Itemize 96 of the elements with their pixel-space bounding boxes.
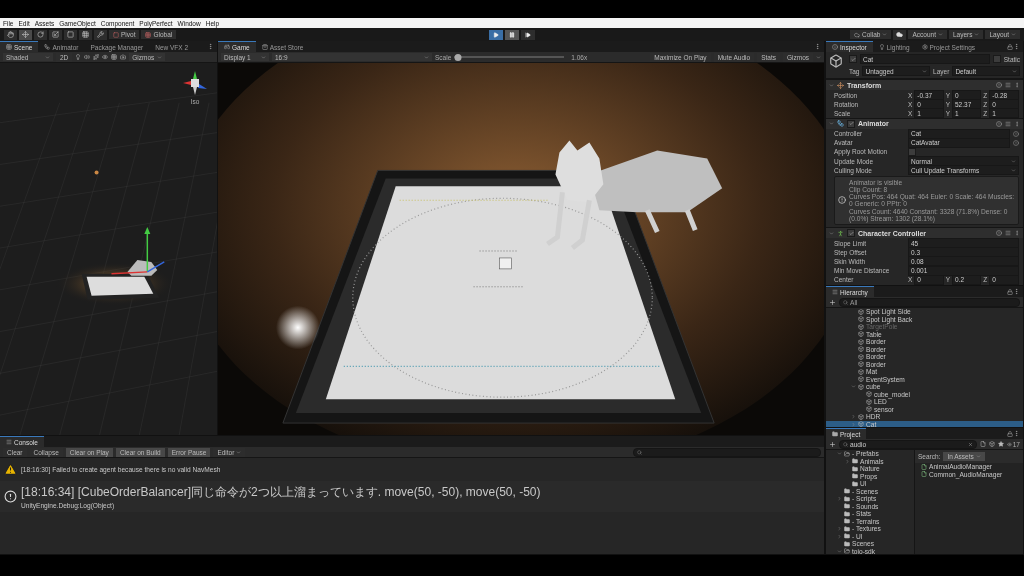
gamepad-icon (224, 44, 230, 50)
visibility-icon (102, 54, 109, 60)
caret-icon (974, 32, 980, 37)
caret-icon (157, 54, 163, 60)
exclamation-icon (838, 194, 847, 207)
presets-icon (1005, 82, 1011, 88)
slider-thumb[interactable] (454, 53, 462, 61)
scale-slider[interactable] (454, 53, 565, 61)
light-icon (75, 54, 82, 60)
caret-icon (236, 449, 242, 455)
caret-icon (922, 68, 928, 74)
info-icon (832, 44, 838, 50)
pivot-icon (113, 31, 119, 38)
nodes-icon (837, 120, 844, 128)
enable-checkbox[interactable] (847, 229, 855, 237)
more-icon (1014, 120, 1020, 127)
caret-icon (261, 54, 266, 60)
console-search-field[interactable] (633, 447, 821, 457)
foldout-icon (829, 230, 834, 236)
effects-icon (93, 54, 100, 60)
caret-icon (45, 54, 50, 60)
enable-checkbox[interactable] (847, 119, 855, 128)
check-icon (848, 230, 854, 236)
static-checkbox[interactable] (992, 55, 1001, 63)
hidden-icon (1006, 441, 1012, 447)
open-folder-icon (844, 548, 850, 554)
warning-icon (4, 463, 17, 476)
rect-icon (67, 31, 74, 38)
playback-button[interactable] (489, 29, 503, 40)
lock-icon (1007, 43, 1013, 50)
add-icon (829, 298, 836, 306)
help-icon (996, 120, 1002, 127)
grid-icon (6, 44, 12, 50)
cloud-icon (896, 31, 904, 38)
tool-button[interactable] (49, 29, 62, 40)
camera-icon (120, 54, 127, 60)
bag-icon (261, 44, 268, 50)
rotate-icon (37, 31, 44, 38)
caret-icon (816, 54, 821, 60)
move-icon (22, 31, 29, 38)
hand-icon (7, 31, 14, 38)
foldout-icon (829, 82, 834, 88)
check-icon (848, 121, 854, 127)
caret-icon (424, 54, 429, 60)
more-icon (1014, 230, 1020, 236)
bulb-icon (878, 44, 885, 50)
tool-button[interactable] (94, 29, 107, 40)
playback-button[interactable] (505, 29, 519, 40)
play-icon (493, 31, 499, 38)
cloud-button[interactable] (893, 29, 907, 40)
foldout-icon (829, 121, 834, 127)
lock-icon (1007, 288, 1013, 295)
active-checkbox[interactable] (849, 55, 857, 63)
audio-icon (84, 54, 91, 60)
tool-button[interactable] (4, 29, 17, 40)
log-text: [18:16:34] [CubeOrderBalancer]同じ命令が2つ以上溜まっています. move(50, -50), move(50, -50) (21, 484, 541, 501)
list-icon (6, 439, 12, 445)
nodes-icon (44, 44, 51, 50)
help-icon (996, 230, 1002, 236)
favorite-icon (997, 441, 1004, 447)
axes-icon (837, 81, 844, 89)
more-icon (1014, 82, 1020, 88)
caret-icon (937, 32, 943, 37)
clear-icon (967, 441, 973, 447)
step-icon (525, 31, 531, 38)
search-icon (843, 299, 848, 305)
add-icon (829, 440, 836, 448)
help-icon (996, 82, 1002, 88)
figure-icon (837, 229, 844, 237)
gameobject-icon (829, 54, 843, 68)
caret-icon (975, 454, 981, 459)
presets-icon (1005, 120, 1011, 127)
exclamation-icon (4, 490, 17, 503)
transform-icon (82, 31, 89, 38)
tool-button[interactable] (19, 29, 32, 40)
scale-icon (52, 31, 59, 38)
caret-icon (1011, 32, 1016, 37)
wrench-icon (97, 31, 104, 38)
grid-icon (111, 54, 118, 60)
check-icon (850, 56, 856, 62)
search-icon (637, 449, 642, 455)
list-icon (832, 289, 838, 295)
playback-button[interactable] (521, 29, 535, 40)
checkbox[interactable] (908, 147, 916, 156)
tool-button[interactable] (64, 29, 77, 40)
lock-icon (1007, 430, 1013, 437)
tool-button[interactable] (34, 29, 47, 40)
pause-icon (509, 31, 515, 38)
presets-icon (1005, 230, 1011, 236)
caret-icon (1012, 68, 1017, 74)
caret-icon (882, 32, 888, 37)
open-folder-icon (844, 450, 850, 457)
tool-button[interactable] (79, 29, 92, 40)
search-icon (843, 441, 848, 447)
settings-icon (921, 44, 928, 50)
folder-icon (832, 431, 838, 437)
